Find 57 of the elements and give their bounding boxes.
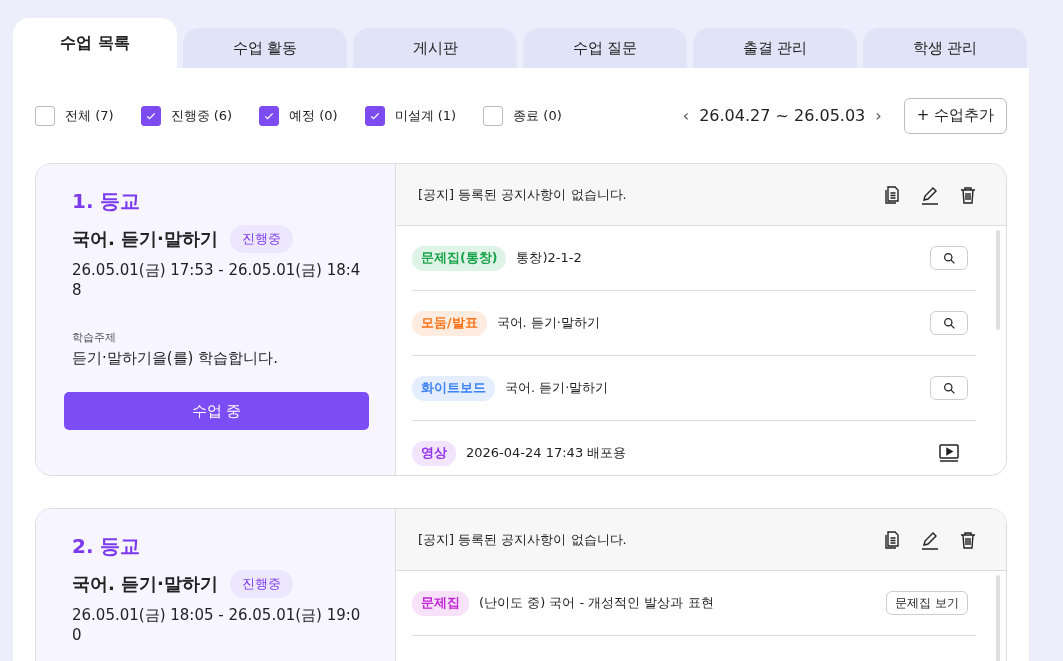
tab[interactable]: 수업 목록: [13, 18, 177, 68]
activity-text: 국어. 듣기·말하기: [505, 379, 610, 397]
activity-tag: 모둠/발표: [412, 310, 487, 336]
search-icon: [942, 381, 956, 395]
lesson-time: 26.05.01(금) 17:53 - 26.05.01(금) 18:48: [72, 261, 362, 300]
trash-icon[interactable]: [958, 529, 978, 550]
activity-text: 통창)2-1-2: [516, 249, 583, 267]
tab[interactable]: 게시판: [353, 28, 517, 68]
filter-label: 전체 (7): [65, 106, 114, 125]
activity-tag: 문제집(통창): [412, 245, 507, 271]
date-range: 26.04.27 ~ 26.05.03: [699, 106, 866, 125]
trash-icon[interactable]: [958, 184, 978, 205]
topic-text: 듣기·말하기을(를) 학습합니다.: [72, 349, 279, 368]
search-button[interactable]: [930, 376, 968, 400]
checkbox[interactable]: [364, 105, 385, 126]
notice-text: [공지] 등록된 공지사항이 없습니다.: [418, 530, 628, 549]
topic-label: 학습주제: [72, 330, 117, 345]
activity-tag: 화이트보드: [412, 375, 495, 401]
previous-button[interactable]: ‹: [676, 106, 696, 125]
checkbox[interactable]: [140, 105, 161, 126]
activity-text: 2026-04-24 17:43 배포용: [466, 444, 628, 462]
filter-label: 예정 (0): [289, 106, 338, 125]
checkbox[interactable]: [35, 105, 55, 126]
activity-text: 국어. 듣기·말하기: [496, 314, 601, 332]
video-icon[interactable]: [938, 443, 960, 463]
tab[interactable]: 수업 질문: [523, 28, 687, 68]
checkbox[interactable]: [259, 105, 280, 126]
filter-label: 종료 (0): [513, 106, 562, 125]
subject: 국어. 듣기·말하기: [72, 227, 218, 251]
filter-label: 미설계 (1): [394, 106, 457, 125]
scrollbar[interactable]: [996, 575, 1000, 661]
add-lesson-button[interactable]: + 수업추가: [903, 97, 1007, 134]
lesson-button[interactable]: 수업 중: [64, 392, 369, 430]
next-button[interactable]: ›: [869, 106, 888, 125]
activity-text: (난이도 중) 국어 - 개성적인 발상과 표현: [479, 594, 715, 612]
notice-text: [공지] 등록된 공지사항이 없습니다.: [418, 185, 628, 204]
scrollbar[interactable]: [996, 230, 1000, 330]
copy-icon[interactable]: [882, 529, 902, 550]
filter-label: 진행중 (6): [170, 106, 233, 125]
tab[interactable]: 출결 관리: [693, 28, 857, 68]
status-badge: 진행중: [229, 570, 293, 598]
activity-tag: 문제집: [412, 590, 469, 616]
search-icon: [942, 316, 956, 330]
lesson-time: 26.05.01(금) 18:05 - 26.05.01(금) 19:00: [72, 606, 362, 645]
search-button[interactable]: [930, 311, 968, 335]
subject: 국어. 듣기·말하기: [72, 572, 218, 596]
checkbox[interactable]: [483, 105, 504, 126]
tab[interactable]: 수업 활동: [183, 28, 347, 68]
activity-tag: 영상: [412, 440, 456, 466]
copy-icon[interactable]: [882, 184, 902, 205]
tab[interactable]: 학생 관리: [863, 28, 1027, 68]
lesson-title: 2. 등교: [72, 533, 142, 560]
search-icon: [942, 251, 956, 265]
lesson-title: 1. 등교: [72, 188, 142, 215]
view-button[interactable]: 문제집 보기: [886, 591, 968, 615]
status-badge: 진행중: [229, 225, 293, 253]
search-button[interactable]: [930, 246, 968, 270]
